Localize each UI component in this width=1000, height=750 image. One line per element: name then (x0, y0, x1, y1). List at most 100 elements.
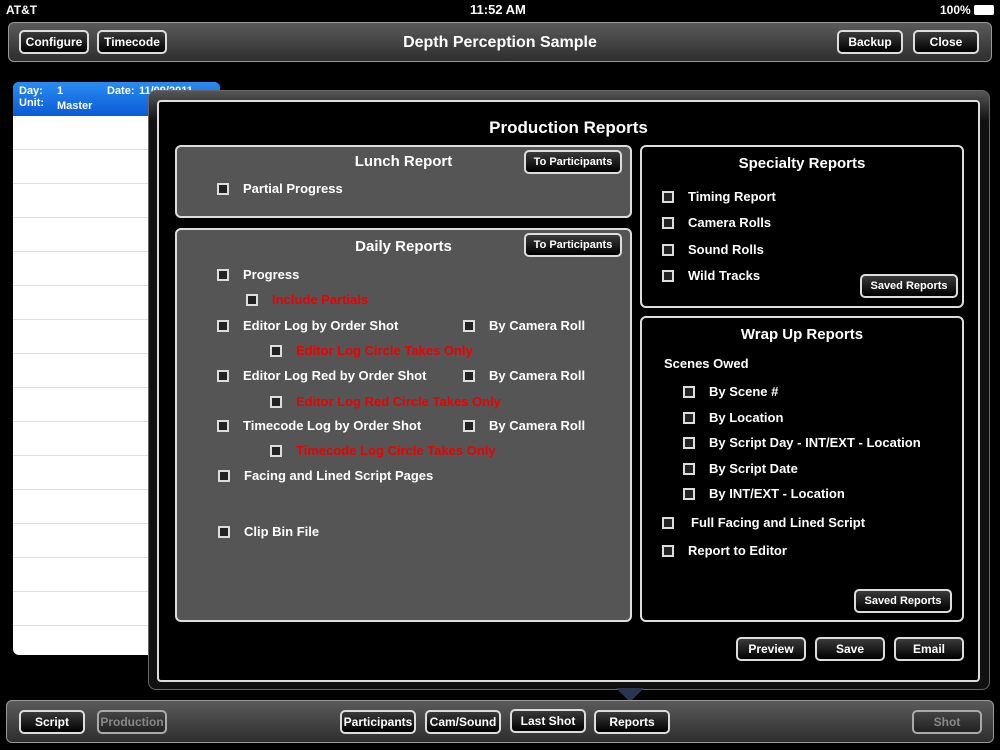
label: Partial Progress (243, 181, 343, 196)
label: By Script Day - INT/EXT - Location (709, 435, 921, 450)
panel-title: Production Reports (489, 118, 648, 137)
specialty-reports-section: Specialty Reports Timing Report Camera R… (640, 145, 964, 308)
partial-progress-checkbox[interactable]: Partial Progress (217, 181, 343, 196)
battery-icon (974, 5, 994, 15)
include-partials-checkbox[interactable]: Include Partials (246, 292, 368, 307)
timecode-log-circle-checkbox[interactable]: Timecode Log Circle Takes Only (270, 443, 496, 458)
wrap-up-reports-section: Wrap Up Reports Scenes Owed By Scene # B… (640, 316, 964, 622)
label: By Scene # (709, 384, 779, 399)
checkbox-icon (270, 344, 282, 357)
label: Progress (243, 267, 300, 282)
checkbox-icon (662, 216, 674, 229)
checkbox-icon (683, 411, 695, 424)
by-int-ext-checkbox[interactable]: By INT/EXT - Location (683, 486, 845, 501)
save-button[interactable]: Save (815, 637, 885, 661)
label: Timecode Log by Order Shot (243, 418, 422, 433)
camera-rolls-checkbox[interactable]: Camera Rolls (662, 215, 771, 230)
reports-button[interactable]: Reports (594, 710, 670, 734)
checkbox-icon (463, 319, 475, 332)
label: Camera Rolls (688, 215, 772, 230)
editor-log-checkbox[interactable]: Editor Log by Order Shot (217, 318, 398, 333)
label: Editor Log Red by Order Shot (243, 368, 427, 383)
close-button[interactable]: Close (913, 30, 979, 54)
participants-button[interactable]: Participants (340, 710, 416, 734)
label: Timing Report (688, 189, 776, 204)
editor-log-camera-roll-checkbox[interactable]: By Camera Roll (463, 318, 585, 333)
checkbox-icon (217, 369, 229, 382)
shot-button[interactable]: Shot (912, 710, 982, 734)
editor-log-red-checkbox[interactable]: Editor Log Red by Order Shot (217, 368, 426, 383)
timing-report-checkbox[interactable]: Timing Report (662, 189, 776, 204)
clock: 11:52 AM (470, 2, 526, 17)
label: By Location (709, 410, 784, 425)
label: By Script Date (709, 461, 798, 476)
cam-sound-button[interactable]: Cam/Sound (425, 710, 501, 734)
checkbox-icon (463, 419, 475, 432)
sound-rolls-checkbox[interactable]: Sound Rolls (662, 242, 764, 257)
checkbox-icon (217, 182, 229, 195)
label: By Camera Roll (489, 318, 586, 333)
label: Facing and Lined Script Pages (244, 468, 434, 483)
checkbox-icon (683, 385, 695, 398)
label: By Camera Roll (489, 368, 586, 383)
checkbox-icon (662, 243, 674, 256)
report-to-editor-checkbox[interactable]: Report to Editor (662, 543, 787, 558)
editor-log-circle-checkbox[interactable]: Editor Log Circle Takes Only (270, 343, 473, 358)
label: Report to Editor (688, 543, 787, 558)
label: Editor Log by Order Shot (243, 318, 399, 333)
unit-label: Unit: (19, 97, 45, 109)
battery: 100% (940, 3, 971, 17)
checkbox-icon (683, 487, 695, 500)
label: By Camera Roll (489, 418, 586, 433)
checkbox-icon (683, 462, 695, 475)
by-script-date-checkbox[interactable]: By Script Date (683, 461, 798, 476)
facing-lined-checkbox[interactable]: Facing and Lined Script Pages (218, 468, 433, 483)
label: Sound Rolls (688, 242, 764, 257)
checkbox-icon (270, 444, 282, 457)
label: By INT/EXT - Location (709, 486, 845, 501)
last-shot-button[interactable]: Last Shot (510, 709, 586, 733)
label: Editor Log Circle Takes Only (296, 343, 473, 358)
section-title: Wrap Up Reports (740, 326, 864, 343)
scenes-owed-label: Scenes Owed (664, 356, 749, 371)
specialty-saved-reports-button[interactable]: Saved Reports (860, 274, 958, 298)
by-script-day-checkbox[interactable]: By Script Day - INT/EXT - Location (683, 435, 921, 450)
top-toolbar: Configure Timecode Depth Perception Samp… (8, 22, 992, 62)
label: Full Facing and Lined Script (691, 515, 866, 530)
checkbox-icon (246, 293, 258, 306)
daily-reports-section: Daily Reports To Participants Progress I… (175, 228, 632, 622)
backup-button[interactable]: Backup (837, 30, 903, 54)
editor-log-red-circle-checkbox[interactable]: Editor Log Red Circle Takes Only (270, 394, 501, 409)
section-title: Specialty Reports (738, 155, 866, 172)
wild-tracks-checkbox[interactable]: Wild Tracks (662, 268, 760, 283)
timecode-log-checkbox[interactable]: Timecode Log by Order Shot (217, 418, 421, 433)
bottom-toolbar: Script Production Participants Cam/Sound… (6, 700, 994, 743)
checkbox-icon (270, 395, 282, 408)
label: Clip Bin File (244, 524, 320, 539)
checkbox-icon (217, 419, 229, 432)
script-button[interactable]: Script (19, 710, 85, 734)
production-reports-panel: Production Reports Lunch Report To Parti… (157, 100, 980, 682)
day-value: 1 (57, 85, 64, 97)
progress-checkbox[interactable]: Progress (217, 267, 299, 282)
preview-button[interactable]: Preview (736, 637, 806, 661)
lunch-report-section: Lunch Report To Participants Partial Pro… (175, 145, 632, 218)
carrier: AT&T (6, 3, 38, 17)
full-facing-checkbox[interactable]: Full Facing and Lined Script (662, 515, 865, 530)
label: Timecode Log Circle Takes Only (296, 443, 496, 458)
daily-to-participants-button[interactable]: To Participants (524, 233, 622, 257)
date-label: Date: (107, 85, 135, 97)
clip-bin-checkbox[interactable]: Clip Bin File (218, 524, 319, 539)
editor-log-red-camera-roll-checkbox[interactable]: By Camera Roll (463, 368, 585, 383)
production-button[interactable]: Production (97, 710, 167, 734)
wrap-saved-reports-button[interactable]: Saved Reports (854, 589, 952, 613)
by-scene-checkbox[interactable]: By Scene # (683, 384, 778, 399)
checkbox-icon (218, 525, 230, 538)
status-bar: AT&T 11:52 AM 100% (0, 0, 1000, 20)
timecode-log-camera-roll-checkbox[interactable]: By Camera Roll (463, 418, 585, 433)
checkbox-icon (662, 516, 674, 529)
checkbox-icon (662, 190, 674, 203)
email-button[interactable]: Email (894, 637, 964, 661)
by-location-checkbox[interactable]: By Location (683, 410, 783, 425)
lunch-to-participants-button[interactable]: To Participants (524, 150, 622, 174)
